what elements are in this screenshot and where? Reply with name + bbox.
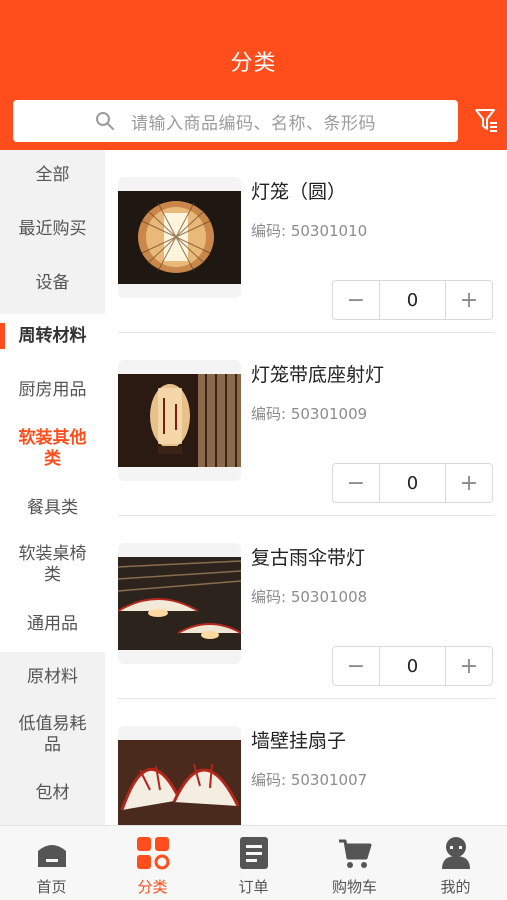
tab-home[interactable]: 首页 bbox=[1, 826, 102, 900]
increase-button[interactable]: + bbox=[446, 464, 492, 502]
tab-label: 我的 bbox=[440, 878, 471, 896]
sidebar-item-general[interactable]: 通用品 bbox=[0, 604, 105, 652]
product-code: 编码: 50301010 bbox=[251, 222, 368, 240]
product-code: 编码: 50301008 bbox=[251, 588, 368, 606]
quantity-stepper: − 0 + bbox=[332, 646, 493, 686]
app-root: 分类 请输入商品编码、名称、条形码 全部 最近购买 设备 周转材料 厨房用品 软… bbox=[0, 0, 507, 900]
order-icon bbox=[237, 836, 271, 870]
page-title: 分类 bbox=[230, 51, 277, 76]
category-sidebar: 全部 最近购买 设备 周转材料 厨房用品 软装其他类 餐具类 软装桌椅类 通用品… bbox=[0, 150, 105, 825]
sidebar-item-raw-material[interactable]: 原材料 bbox=[0, 667, 105, 692]
cart-icon bbox=[338, 836, 372, 870]
quantity-value[interactable]: 0 bbox=[379, 281, 446, 319]
product-name: 复古雨伞带灯 bbox=[251, 547, 366, 569]
sidebar-item-equipment[interactable]: 设备 bbox=[0, 273, 105, 298]
profile-icon bbox=[439, 836, 473, 870]
search-placeholder: 请输入商品编码、名称、条形码 bbox=[131, 113, 376, 134]
product-image bbox=[118, 543, 241, 664]
sidebar-item-packaging[interactable]: 包材 bbox=[0, 783, 105, 808]
sidebar-item-consumables[interactable]: 低值易耗品 bbox=[0, 714, 105, 760]
bottom-tab-bar: 首页 分类 订单 购物车 我的 bbox=[0, 825, 507, 900]
decrease-button[interactable]: − bbox=[333, 647, 379, 685]
tab-orders[interactable]: 订单 bbox=[203, 826, 304, 900]
sidebar-item-turnover[interactable]: 周转材料 bbox=[0, 314, 105, 358]
product-list[interactable]: 灯笼（圆） 编码: 50301010 − 0 + 灯笼带底座射灯 编码: 503… bbox=[105, 150, 507, 825]
sidebar-item-tableware[interactable]: 餐具类 bbox=[0, 484, 105, 534]
product-card[interactable]: 墙壁挂扇子 编码: 50301007 bbox=[118, 699, 495, 825]
quantity-value[interactable]: 0 bbox=[379, 464, 446, 502]
product-image bbox=[118, 360, 241, 481]
increase-button[interactable]: + bbox=[446, 647, 492, 685]
decrease-button[interactable]: − bbox=[333, 281, 379, 319]
product-name: 灯笼带底座射灯 bbox=[251, 364, 385, 386]
quantity-stepper: − 0 + bbox=[332, 280, 493, 320]
quantity-value[interactable]: 0 bbox=[379, 647, 446, 685]
product-card[interactable]: 灯笼（圆） 编码: 50301010 − 0 + bbox=[118, 150, 495, 333]
product-name: 墙壁挂扇子 bbox=[251, 730, 347, 752]
product-card[interactable]: 灯笼带底座射灯 编码: 50301009 − 0 + bbox=[118, 333, 495, 516]
tab-label: 购物车 bbox=[331, 878, 377, 896]
category-icon bbox=[136, 836, 170, 870]
sidebar-item-decor-other[interactable]: 软装其他类 bbox=[0, 414, 105, 484]
tab-category[interactable]: 分类 bbox=[102, 826, 203, 900]
tab-cart[interactable]: 购物车 bbox=[304, 826, 405, 900]
sidebar-item-kitchen[interactable]: 厨房用品 bbox=[0, 358, 105, 414]
product-code: 编码: 50301007 bbox=[251, 771, 368, 789]
product-name: 灯笼（圆） bbox=[251, 181, 347, 203]
search-input[interactable]: 请输入商品编码、名称、条形码 bbox=[13, 100, 458, 142]
home-icon bbox=[35, 836, 69, 870]
search-icon bbox=[95, 111, 115, 131]
sidebar-item-all[interactable]: 全部 bbox=[0, 165, 105, 190]
tab-profile[interactable]: 我的 bbox=[405, 826, 506, 900]
product-card[interactable]: 复古雨伞带灯 编码: 50301008 − 0 + bbox=[118, 516, 495, 699]
tab-label: 订单 bbox=[238, 878, 269, 896]
filter-icon[interactable] bbox=[474, 106, 498, 134]
product-image bbox=[118, 726, 241, 825]
decrease-button[interactable]: − bbox=[333, 464, 379, 502]
increase-button[interactable]: + bbox=[446, 281, 492, 319]
quantity-stepper: − 0 + bbox=[332, 463, 493, 503]
product-code: 编码: 50301009 bbox=[251, 405, 368, 423]
product-image bbox=[118, 177, 241, 298]
tab-label: 分类 bbox=[137, 878, 168, 896]
tab-label: 首页 bbox=[36, 878, 67, 896]
sidebar-item-decor-furniture[interactable]: 软装桌椅类 bbox=[0, 534, 105, 604]
sidebar-item-recent[interactable]: 最近购买 bbox=[0, 219, 105, 244]
header: 分类 请输入商品编码、名称、条形码 bbox=[0, 0, 507, 150]
